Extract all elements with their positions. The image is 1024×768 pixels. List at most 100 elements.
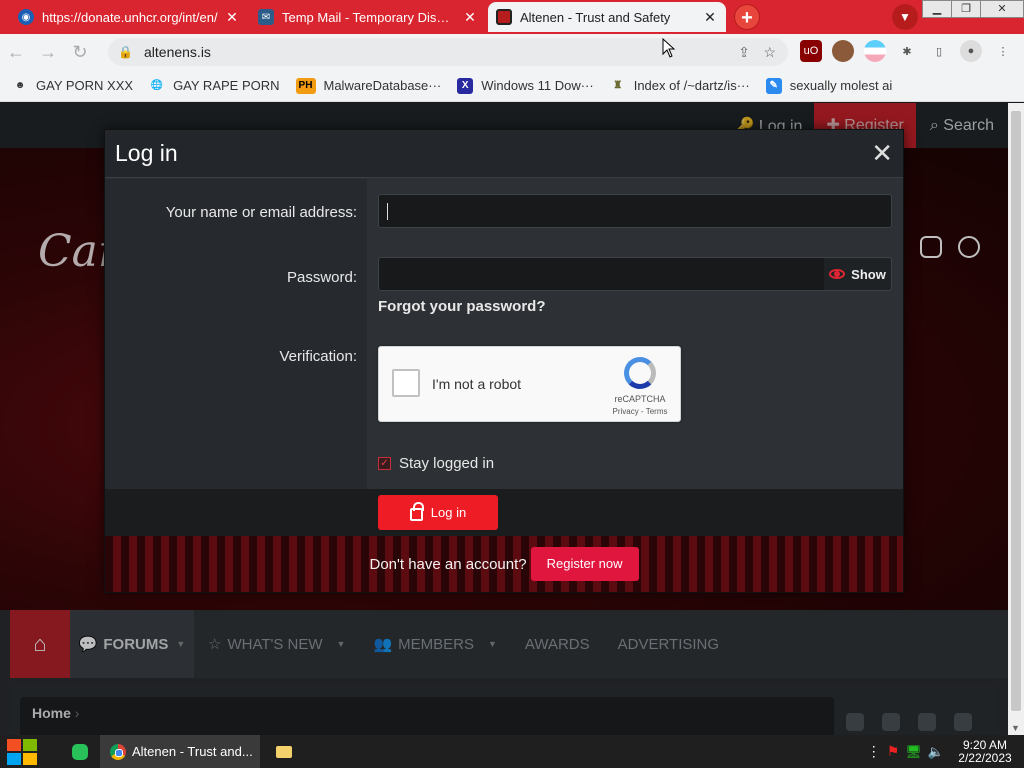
chrome-icon bbox=[110, 743, 126, 760]
start-button[interactable] bbox=[0, 735, 44, 768]
unhcr-icon: ◉ bbox=[18, 9, 34, 25]
account-icon[interactable]: ● bbox=[960, 40, 982, 62]
tab-altenen[interactable]: Altenen - Trust and Safety ✕ bbox=[488, 2, 726, 32]
recaptcha-checkbox[interactable] bbox=[392, 369, 420, 397]
lock-icon bbox=[409, 502, 424, 521]
taskbar-chrome-title: Altenen - Trust and... bbox=[132, 744, 253, 759]
taskbar-explorer[interactable] bbox=[264, 735, 304, 768]
register-now-button[interactable]: Register now bbox=[530, 547, 639, 581]
register-prompt: Don't have an account? bbox=[369, 555, 527, 573]
mouse-cursor-icon bbox=[662, 38, 676, 58]
forgot-password-link[interactable]: Forgot your password? bbox=[378, 298, 546, 315]
modal-title: Log in bbox=[115, 140, 178, 166]
window-controls: ▁ ❐ ✕ bbox=[922, 0, 1024, 18]
clock[interactable]: 9:20 AM 2/22/2023 bbox=[950, 737, 1020, 765]
bookmark-item[interactable]: ☻ GAY PORN XXX bbox=[12, 78, 133, 94]
bookmark-star-icon[interactable]: ☆ bbox=[763, 44, 776, 61]
tab-search-button[interactable]: ▼ bbox=[892, 4, 918, 30]
mail-icon: ✉ bbox=[258, 9, 274, 25]
folder-icon bbox=[276, 745, 292, 758]
altenen-icon bbox=[496, 9, 512, 25]
bookmark-item[interactable]: PH MalwareDatabase··· bbox=[295, 77, 442, 94]
bookmark-item[interactable]: ♜ Index of /~dartz/is··· bbox=[610, 78, 750, 94]
bookmark-label: sexually molest ai bbox=[789, 78, 893, 93]
bookmark-item[interactable]: 🌐 GAY RAPE PORN bbox=[149, 78, 280, 94]
share-icon[interactable]: ⇪ bbox=[738, 44, 750, 61]
screen: ◉ https://donate.unhcr.org/int/en/ ✕ ✉ T… bbox=[0, 0, 1024, 768]
bookmarks-bar: ☻ GAY PORN XXX 🌐 GAY RAPE PORN PH MalwareDa… bbox=[0, 70, 1024, 102]
ublock-icon[interactable]: uO bbox=[800, 40, 822, 62]
web-page: 🔑 Log in ✚ Register ⌕ Search Cara ⌂ 💬 FOR… bbox=[0, 103, 1008, 735]
address-bar[interactable]: 🔒 altenens.is ⇪ ☆ bbox=[108, 38, 788, 66]
profile-extension-icon[interactable] bbox=[832, 40, 854, 62]
page-scrollbar[interactable]: ▼ bbox=[1008, 103, 1024, 735]
verification-label: Verification: bbox=[279, 348, 357, 365]
flag-icon[interactable]: ⚑ bbox=[887, 743, 900, 760]
recaptcha-brand: reCAPTCHA bbox=[614, 394, 666, 404]
stay-logged-in[interactable]: ✓ Stay logged in bbox=[378, 455, 494, 472]
scrollbar-thumb[interactable] bbox=[1011, 111, 1021, 711]
password-input[interactable] bbox=[378, 257, 825, 291]
modal-footer: Log in bbox=[105, 489, 903, 536]
close-window-button[interactable]: ✕ bbox=[980, 0, 1024, 18]
windows-logo-icon bbox=[7, 738, 37, 765]
ph-badge-icon: PH bbox=[295, 77, 316, 94]
bookmark-item[interactable]: ✎ sexually molest ai bbox=[765, 77, 893, 94]
bookmark-label: MalwareDatabase··· bbox=[323, 78, 442, 93]
scroll-down-arrow-icon[interactable]: ▼ bbox=[1011, 723, 1020, 733]
volume-icon[interactable]: 🔈 bbox=[928, 744, 944, 760]
bookmark-label: Index of /~dartz/is··· bbox=[633, 78, 750, 93]
chevron-down-icon: ▼ bbox=[899, 10, 911, 24]
browser-tab-bar: ◉ https://donate.unhcr.org/int/en/ ✕ ✉ T… bbox=[0, 0, 1024, 34]
network-icon[interactable]: 🖥 bbox=[905, 744, 922, 760]
taskbar-chrome[interactable]: Altenen - Trust and... bbox=[100, 735, 260, 768]
ai-icon: ✎ bbox=[765, 77, 782, 94]
tray-overflow-icon[interactable]: ⋮ bbox=[867, 743, 881, 760]
minimize-button[interactable]: ▁ bbox=[922, 0, 952, 18]
folder-tree-icon: ♜ bbox=[613, 80, 623, 91]
reload-button[interactable]: ↻ bbox=[64, 42, 96, 63]
tab-unhcr[interactable]: ◉ https://donate.unhcr.org/int/en/ ✕ bbox=[10, 2, 248, 32]
close-tab-icon[interactable]: ✕ bbox=[224, 9, 240, 26]
back-button[interactable]: ← bbox=[0, 42, 32, 63]
windows-taskbar: Altenen - Trust and... ⋮ ⚑ 🖥 🔈 9:20 AM 2… bbox=[0, 735, 1024, 768]
recaptcha-logo-icon bbox=[624, 357, 656, 389]
new-tab-button[interactable]: + bbox=[734, 4, 760, 30]
username-input[interactable] bbox=[378, 194, 892, 228]
login-button-label: Log in bbox=[430, 505, 467, 520]
eye-icon bbox=[829, 269, 846, 279]
modal-header: Log in ✕ bbox=[105, 130, 903, 178]
clock-date: 2/22/2023 bbox=[958, 750, 1012, 765]
forward-button[interactable]: → bbox=[32, 42, 64, 63]
show-password-button[interactable]: Show bbox=[824, 257, 892, 291]
bookmark-item[interactable]: X Windows 11 Dow··· bbox=[457, 77, 594, 94]
bookmark-label: GAY RAPE PORN bbox=[173, 78, 280, 93]
system-tray: ⋮ ⚑ 🖥 🔈 9:20 AM 2/22/2023 bbox=[867, 735, 1024, 768]
stay-logged-in-checkbox[interactable]: ✓ bbox=[378, 457, 391, 470]
url-text: altenens.is bbox=[144, 44, 211, 60]
recaptcha-terms-link[interactable]: Privacy - Terms bbox=[605, 407, 675, 416]
tab-title: https://donate.unhcr.org/int/en/ bbox=[42, 9, 218, 25]
side-panel-icon[interactable]: ▯ bbox=[928, 40, 950, 62]
recaptcha-widget: I'm not a robot reCAPTCHA Privacy - Term… bbox=[378, 346, 681, 422]
browser-toolbar: ← → ↻ 🔒 altenens.is ⇪ ☆ uO ✱ ▯ ● ⋮ bbox=[0, 34, 1024, 70]
bookmark-label: GAY PORN XXX bbox=[36, 78, 134, 93]
login-modal: Log in ✕ Your name or email address: Pas… bbox=[104, 129, 904, 593]
recaptcha-text: I'm not a robot bbox=[432, 376, 522, 392]
flag-extension-icon[interactable] bbox=[864, 40, 886, 62]
login-submit-button[interactable]: Log in bbox=[378, 495, 498, 530]
close-icon[interactable]: ✕ bbox=[871, 140, 893, 166]
close-tab-icon[interactable]: ✕ bbox=[462, 9, 478, 26]
register-strip: Don't have an account? Register now bbox=[105, 536, 903, 592]
clock-time: 9:20 AM bbox=[962, 737, 1008, 752]
puzzle-icon[interactable]: ✱ bbox=[896, 40, 918, 62]
close-tab-icon[interactable]: ✕ bbox=[702, 9, 718, 26]
menu-dots-icon[interactable]: ⋮ bbox=[992, 40, 1014, 62]
chat-app-icon bbox=[72, 743, 88, 760]
show-password-label: Show bbox=[851, 266, 886, 282]
restore-button[interactable]: ❐ bbox=[951, 0, 981, 18]
bookmark-favicon-icon: ☻ bbox=[14, 80, 26, 91]
tab-temp-mail[interactable]: ✉ Temp Mail - Temporary Disposable ✕ bbox=[250, 2, 486, 32]
taskbar-app-green[interactable] bbox=[60, 735, 100, 768]
password-label: Password: bbox=[286, 269, 357, 286]
